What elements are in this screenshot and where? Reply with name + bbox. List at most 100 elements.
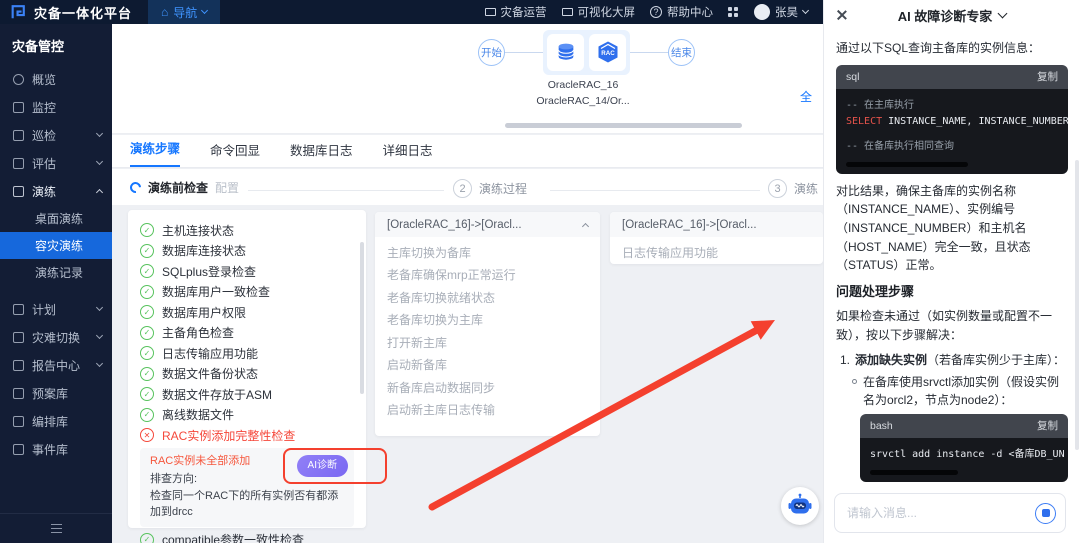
check-item: compatible参数一致性检查 [140,530,354,543]
task-card-header[interactable]: [OracleRAC_16]->[Oracl... [610,212,823,237]
svg-text:RAC: RAC [601,50,615,57]
tab-command-echo[interactable]: 命令回显 [210,140,260,167]
user-menu[interactable]: 张昊 [754,4,808,20]
check-pass-icon [140,367,154,381]
code-language-label: bash [870,418,893,434]
message-input[interactable] [847,506,1035,520]
ordered-step-1: 1.添加缺失实例（若备库实例少于主库）： [840,351,1068,370]
ai-message-text: 对比结果，确保主备库的实例名称（INSTANCE_NAME）、实例编号（INST… [836,182,1068,275]
help-icon [650,6,662,18]
task-item: 启动新主库日志传输 [375,399,600,422]
library-icon [13,388,24,399]
orchestration-icon [13,416,24,427]
section-heading: 问题处理步骤 [836,282,1068,302]
chevron-down-icon [96,332,103,339]
check-item-failed: RAC实例添加完整性检查 [140,425,354,446]
flow-diagram: 开始 RAC 结束 [478,28,695,76]
code-scrollbar-thumb[interactable] [870,470,958,475]
ai-diagnosis-panel: AI 故障诊断专家 通过以下SQL查询主备库的实例信息： sql 复制 -- 在… [823,0,1080,543]
chevron-up-icon [582,222,589,229]
sidebar-title: 灾备管控 [0,24,112,65]
scrollbar-thumb[interactable] [360,242,364,394]
sidebar-item-disaster-switch[interactable]: 灾难切换 [0,323,112,351]
step-postcheck: 3 演练 [768,179,818,198]
failure-detail-box: RAC实例未全部添加 AI诊断 排查方向: 检查同一个RAC下的所有实例否有都添… [140,448,354,527]
step-drill-process: 2 演练过程 [453,179,527,198]
task-item: 日志传输应用功能 [610,241,823,264]
bullet-item: 在备库使用srvctl添加实例（假设实例名为orcl2，节点为node2）： [852,373,1068,410]
check-item: 主机连接状态 [140,220,354,241]
sidebar-item-drill-records[interactable]: 演练记录 [0,259,112,286]
flow-oracle-node[interactable]: RAC [543,30,630,75]
chat-input-bar [834,493,1066,533]
chevron-down-icon[interactable] [998,9,1008,19]
avatar [754,4,770,20]
loading-spinner-icon [128,180,143,195]
chevron-up-icon [96,189,103,196]
code-scrollbar-thumb[interactable] [846,162,968,167]
check-pass-icon [140,346,154,360]
tab-database-log[interactable]: 数据库日志 [290,140,353,167]
task-list: 日志传输应用功能 [610,237,823,264]
truncated-link[interactable]: 全 [800,88,812,105]
scrollbar-thumb[interactable] [1075,160,1079,450]
task-item: 老备库切换为主库 [375,309,600,332]
code-block-header: sql 复制 [836,65,1068,89]
task-item: 新备库启动数据同步 [375,376,600,399]
stop-icon [1042,509,1050,517]
configure-link[interactable]: 配置 [215,179,239,196]
screen-icon [485,8,496,16]
apps-grid-icon[interactable] [728,7,739,18]
drill-stepper: 演练前检查 配置 2 演练过程 3 演练 [112,169,823,205]
app-window: 灾备一体化平台 导航 灾备运营 可视化大屏 帮助中心 张昊 [0,0,1080,543]
ai-assistant-robot-icon[interactable] [781,487,819,525]
horizontal-scrollbar[interactable] [505,123,742,128]
main-content: 开始 RAC 结束 OracleRAC_16 OracleRAC_14/Or..… [112,24,823,543]
sidebar-item-report-center[interactable]: 报告中心 [0,351,112,379]
code-block-body: -- 在主库执行 SELECT INSTANCE_NAME, INSTANCE_… [836,89,1068,174]
sidebar-item-drill[interactable]: 演练 [0,177,112,205]
topbar-right: 灾备运营 可视化大屏 帮助中心 张昊 [485,4,809,20]
evaluation-icon [13,158,24,169]
inspection-icon [13,130,24,141]
ai-panel-title: AI 故障诊断专家 [898,6,993,25]
nav-menu-button[interactable]: 导航 [148,0,220,24]
flow-end-node: 结束 [668,39,695,66]
collapse-icon [51,528,62,530]
check-item: SQLplus登录检查 [140,261,354,282]
sql-code-block: sql 复制 -- 在主库执行 SELECT INSTANCE_NAME, IN… [836,65,1068,174]
sidebar-item-plan[interactable]: 计划 [0,295,112,323]
check-pass-icon [140,244,154,258]
task-card-header[interactable]: [OracleRAC_16]->[Oracl... [375,212,600,237]
task-item: 打开新主库 [375,331,600,354]
sidebar-item-plan-library[interactable]: 预案库 [0,379,112,407]
sidebar-item-orchestration-library[interactable]: 编排库 [0,407,112,435]
sql-keyword: SELECT [846,116,882,127]
stop-generation-button[interactable] [1035,503,1056,524]
topbar-item-help-center[interactable]: 帮助中心 [650,4,713,20]
sidebar-item-inspection[interactable]: 巡检 [0,121,112,149]
flow-connector [505,52,543,53]
sidebar-collapse-button[interactable] [0,513,112,543]
check-pass-icon [140,326,154,340]
check-pass-icon [140,387,154,401]
sidebar-item-dr-drill-active[interactable]: 容灾演练 [0,232,112,259]
code-block-header: bash 复制 [860,414,1068,438]
bash-code-block-add: bash 复制 srvctl add instance -d <备库DB_UN [860,414,1068,482]
close-icon[interactable] [836,9,848,21]
ai-diagnose-button[interactable]: AI诊断 [297,455,348,477]
sidebar-item-event-library[interactable]: 事件库 [0,435,112,463]
sidebar-item-overview[interactable]: 概览 [0,65,112,93]
topbar-item-dashboard[interactable]: 可视化大屏 [562,4,636,20]
tab-detail-log[interactable]: 详细日志 [383,140,433,167]
chevron-down-icon [802,7,809,14]
copy-button[interactable]: 复制 [1037,69,1058,85]
sidebar-item-desktop-drill[interactable]: 桌面演练 [0,205,112,232]
sidebar-item-evaluation[interactable]: 评估 [0,149,112,177]
sidebar-item-monitoring[interactable]: 监控 [0,93,112,121]
step-divider [550,190,760,191]
tab-drill-steps[interactable]: 演练步骤 [130,138,180,167]
topbar-item-dr-operations[interactable]: 灾备运营 [485,4,547,20]
copy-button[interactable]: 复制 [1037,418,1058,434]
check-pass-icon [140,264,154,278]
